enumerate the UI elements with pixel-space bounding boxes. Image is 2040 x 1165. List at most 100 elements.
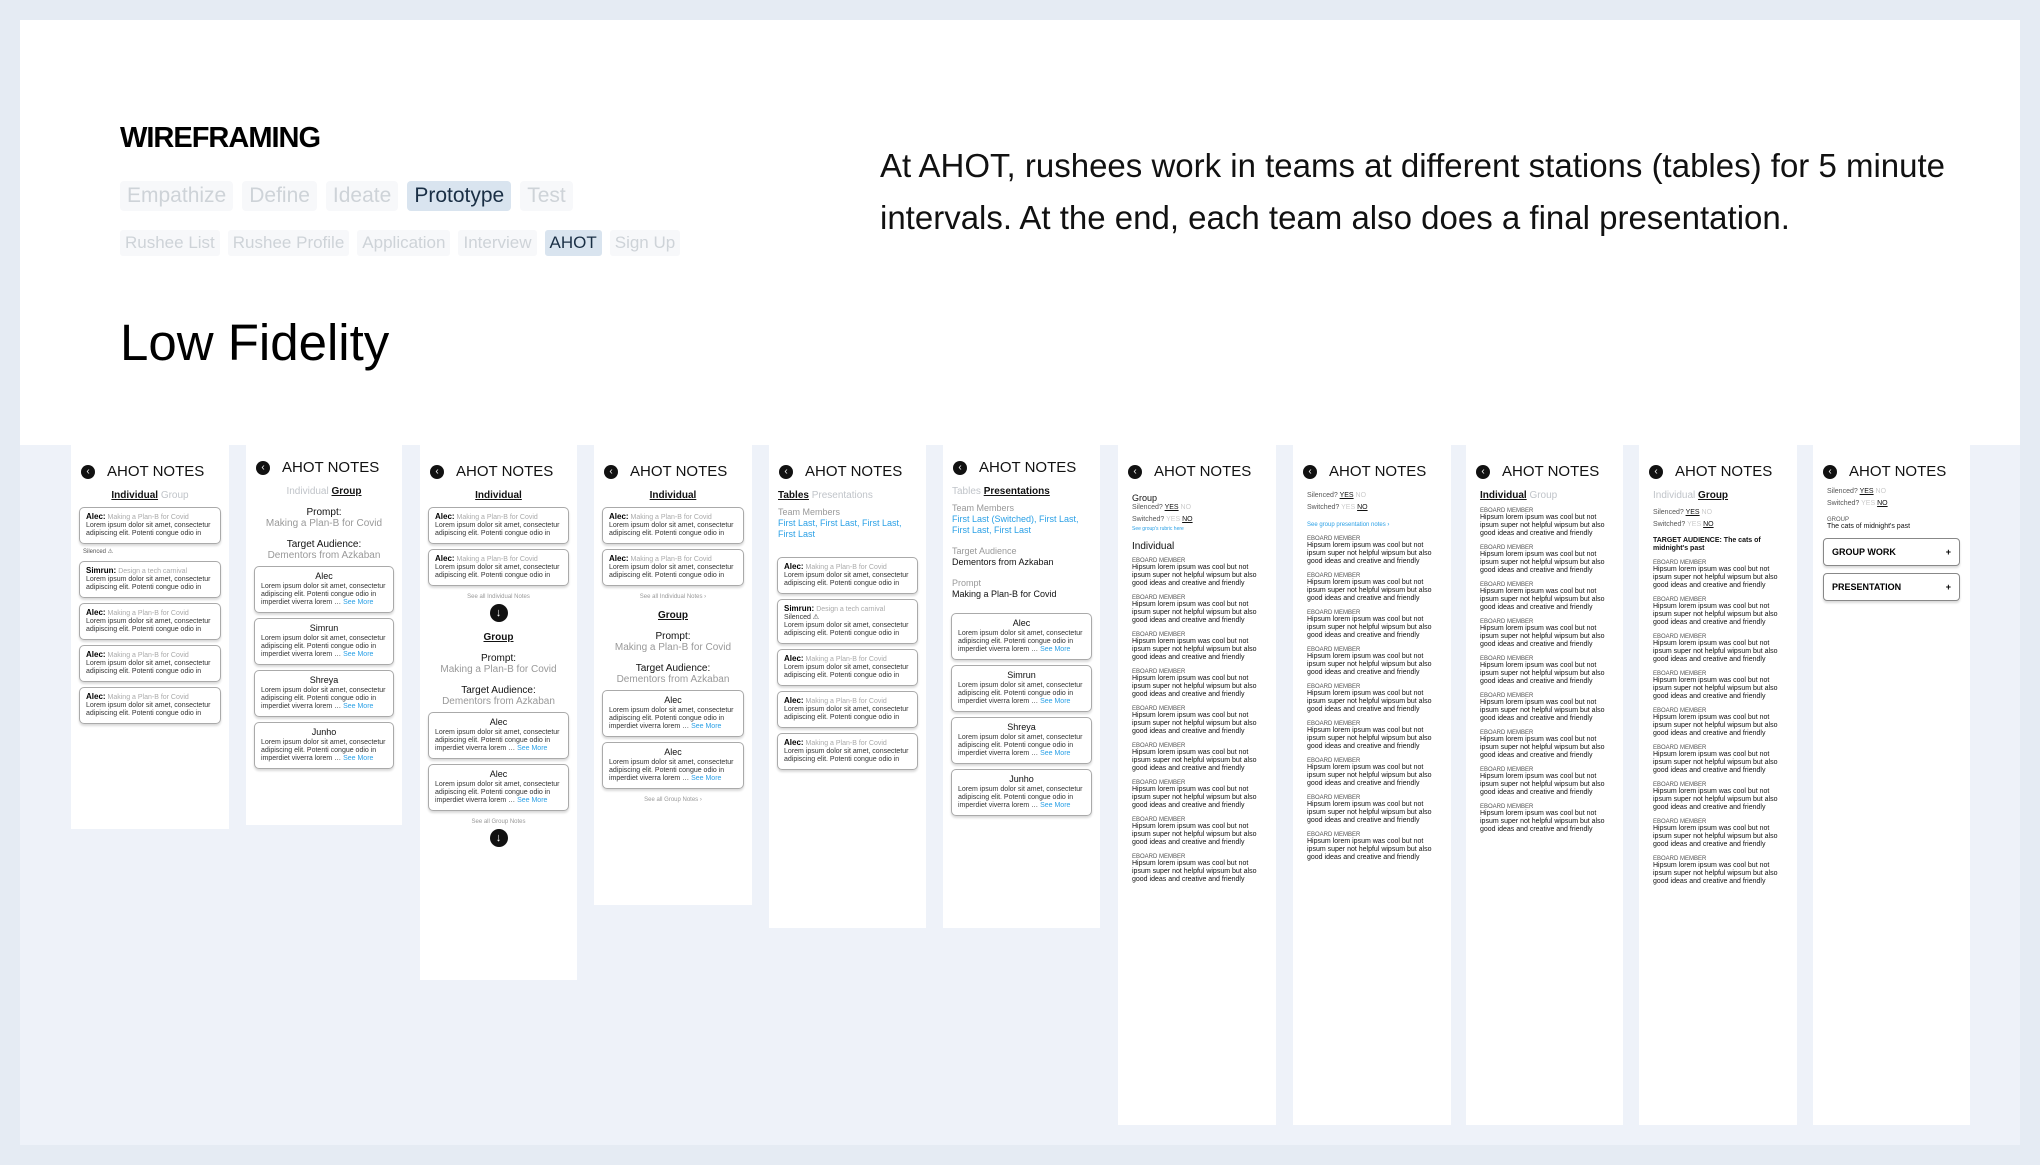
tab-group[interactable]: Group	[1698, 490, 1728, 501]
tab-individual[interactable]: Individual	[111, 490, 158, 501]
note-card[interactable]: Alec: Making a Plan-B for Covid Lorem ips…	[602, 507, 744, 544]
phone-4: ‹ AHOT NOTES Individual Alec: Making a Pl…	[594, 445, 752, 905]
see-group-link[interactable]: See all Group Notes ›	[594, 797, 752, 803]
arrow-down-icon[interactable]: ↓	[489, 829, 508, 847]
note-card[interactable]: Alec: Making a Plan-B for Covid Lorem ips…	[79, 645, 221, 682]
member-card[interactable]: Junho Lorem ipsum dolor sit amet, consect…	[951, 769, 1092, 816]
note-card[interactable]: Alec: Making a Plan-B for Covid Lorem ips…	[777, 733, 918, 770]
prompt-label: Prompt	[952, 578, 982, 588]
tab-group[interactable]: Group	[332, 486, 362, 497]
eboard-note: Hipsum lorem ipsum was cool but not ipsu…	[1480, 773, 1605, 796]
eboard-note: Hipsum lorem ipsum was cool but not ipsu…	[1653, 862, 1778, 885]
eboard-note: Hipsum lorem ipsum was cool but not ipsu…	[1653, 825, 1778, 848]
note-card[interactable]: Alec: Making a Plan-B for Covid Lorem ips…	[428, 549, 569, 586]
tab-group[interactable]: Group	[161, 490, 189, 501]
back-icon[interactable]: ‹	[953, 460, 967, 475]
back-icon[interactable]: ‹	[1476, 464, 1490, 479]
group-heading: Group	[1132, 493, 1158, 503]
member-card[interactable]: Alec Lorem ipsum dolor sit amet, consecte…	[428, 764, 569, 811]
eboard-note: Hipsum lorem ipsum was cool but not ipsu…	[1307, 616, 1432, 639]
plus-icon: +	[1945, 582, 1951, 592]
back-icon[interactable]: ‹	[779, 464, 793, 479]
member-card[interactable]: Simrun Lorem ipsum dolor sit amet, consec…	[254, 618, 394, 665]
tab-individual[interactable]: Individual	[1480, 490, 1527, 501]
tab-group[interactable]: Group	[1529, 490, 1557, 501]
note-card[interactable]: Simrun: Design a tech carnival Lorem ipsu…	[79, 561, 221, 598]
eboard-list: EBOARD MEMBER Hipsum lorem ipsum was cool…	[1293, 536, 1451, 862]
team-label: Team Members	[778, 507, 841, 517]
tab-individual[interactable]: Individual	[475, 490, 522, 501]
subpage-sign-up[interactable]: Sign Up	[609, 230, 681, 256]
phone-6: ‹ AHOT NOTES Tables Presentations Team Me…	[943, 445, 1100, 928]
tab-presentations[interactable]: Presentations	[812, 490, 873, 501]
back-icon[interactable]: ‹	[604, 464, 618, 479]
see-individual-link[interactable]: See all Individual Notes	[420, 594, 577, 600]
member-card[interactable]: Alec Lorem ipsum dolor sit amet, consecte…	[254, 566, 394, 613]
silenced-row: Silenced? YES NO	[1827, 488, 1887, 495]
subpage-ahot[interactable]: AHOT	[544, 230, 602, 256]
subpage-rushee-list[interactable]: Rushee List	[120, 230, 220, 256]
note-card[interactable]: Alec: Making a Plan-B for Covid Lorem ips…	[79, 603, 221, 640]
step-empathize[interactable]: Empathize	[120, 181, 234, 211]
screen-title: AHOT NOTES	[456, 463, 554, 480]
member-card[interactable]: Shreya Lorem ipsum dolor sit amet, consec…	[254, 670, 394, 717]
see-individual-link[interactable]: See all Individual Notes ›	[594, 594, 752, 600]
note-card[interactable]: Alec: Making a Plan-B for Covid Lorem ips…	[777, 691, 918, 728]
tab-individual[interactable]: Individual	[650, 490, 697, 501]
see-group-link[interactable]: See all Group Notes	[420, 819, 577, 825]
eboard-note: Hipsum lorem ipsum was cool but not ipsu…	[1480, 588, 1605, 611]
group-target: The cats of midnight's past	[1827, 523, 1911, 530]
subpage-rushee-profile[interactable]: Rushee Profile	[227, 230, 350, 256]
note-card[interactable]: Alec: Making a Plan-B for Covid Lorem ips…	[79, 507, 221, 544]
note-card[interactable]: Alec: Making a Plan-B for Covid Lorem ips…	[428, 507, 569, 544]
plus-icon: +	[1945, 547, 1951, 557]
screen-title: AHOT NOTES	[805, 463, 903, 480]
note-card[interactable]: Simrun: Design a tech carnival Silenced ⚠…	[777, 599, 918, 644]
member-card[interactable]: Shreya Lorem ipsum dolor sit amet, consec…	[951, 717, 1092, 764]
group-work-button[interactable]: GROUP WORK +	[1823, 538, 1960, 566]
member-card[interactable]: Simrun Lorem ipsum dolor sit amet, consec…	[951, 665, 1092, 712]
step-prototype[interactable]: Prototype	[407, 181, 512, 211]
note-card[interactable]: Alec: Making a Plan-B for Covid Lorem ips…	[79, 687, 221, 724]
back-icon[interactable]: ‹	[81, 464, 95, 479]
member-card[interactable]: Alec Lorem ipsum dolor sit amet, consecte…	[602, 690, 744, 737]
back-icon[interactable]: ‹	[1128, 464, 1142, 479]
back-icon[interactable]: ‹	[1649, 464, 1663, 479]
tab-individual[interactable]: Individual	[1653, 490, 1695, 501]
note-card[interactable]: Alec: Making a Plan-B for Covid Lorem ips…	[777, 649, 918, 686]
subpage-interview[interactable]: Interview	[458, 230, 537, 256]
presentation-button[interactable]: PRESENTATION +	[1823, 573, 1960, 601]
screen-title: AHOT NOTES	[630, 463, 728, 480]
note-card[interactable]: Alec: Making a Plan-B for Covid Lorem ips…	[602, 549, 744, 586]
back-icon[interactable]: ‹	[430, 464, 444, 479]
step-define[interactable]: Define	[242, 181, 317, 211]
eboard-list: EBOARD MEMBER Hipsum lorem ipsum was cool…	[1639, 560, 1797, 886]
tab-tables[interactable]: Tables	[778, 490, 809, 501]
back-icon[interactable]: ‹	[1823, 464, 1837, 479]
screen-title: AHOT NOTES	[1154, 463, 1252, 480]
member-card[interactable]: Alec Lorem ipsum dolor sit amet, consecte…	[602, 742, 744, 789]
presentation-notes-link[interactable]: See group presentation notes ›	[1293, 522, 1451, 529]
eboard-note: Hipsum lorem ipsum was cool but not ipsu…	[1307, 653, 1432, 676]
note-card[interactable]: Alec: Making a Plan-B for Covid Lorem ips…	[777, 557, 918, 594]
eboard-note: Hipsum lorem ipsum was cool but not ipsu…	[1480, 662, 1605, 685]
step-ideate[interactable]: Ideate	[325, 181, 399, 211]
silenced-row: Silenced? YES NO	[1653, 509, 1713, 516]
eboard-note: Hipsum lorem ipsum was cool but not ipsu…	[1653, 640, 1778, 663]
step-test[interactable]: Test	[520, 181, 573, 211]
back-icon[interactable]: ‹	[1303, 464, 1317, 479]
arrow-down-icon[interactable]: ↓	[489, 604, 508, 622]
subpage-application[interactable]: Application	[357, 230, 451, 256]
member-card[interactable]: Alec Lorem ipsum dolor sit amet, consecte…	[951, 613, 1092, 660]
member-card[interactable]: Junho Lorem ipsum dolor sit amet, consect…	[254, 722, 394, 769]
tab-presentations[interactable]: Presentations	[984, 486, 1050, 497]
phone-8: ‹ AHOT NOTES Silenced? YES NO Switched? Y…	[1293, 445, 1451, 1125]
tab-individual[interactable]: Individual	[286, 486, 328, 497]
member-card[interactable]: Alec Lorem ipsum dolor sit amet, consecte…	[428, 712, 569, 759]
back-icon[interactable]: ‹	[256, 460, 270, 475]
eboard-note: Hipsum lorem ipsum was cool but not ipsu…	[1132, 638, 1257, 661]
group-heading: Group	[658, 610, 688, 621]
eboard-note: Hipsum lorem ipsum was cool but not ipsu…	[1480, 810, 1605, 833]
tab-tables[interactable]: Tables	[952, 486, 981, 497]
rubric-link[interactable]: See group's rubric here	[1118, 526, 1276, 533]
